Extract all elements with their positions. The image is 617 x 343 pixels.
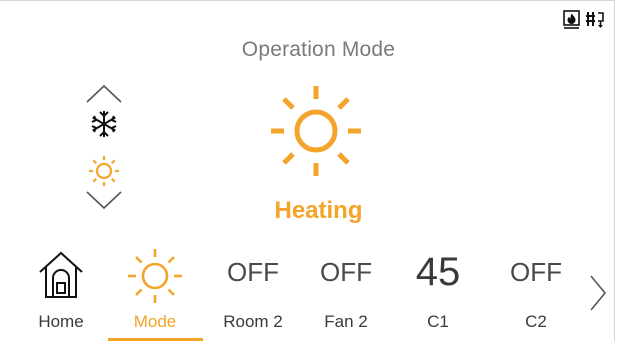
chevron-up-icon[interactable]: [84, 82, 124, 111]
fan-2-value: OFF: [320, 257, 372, 287]
chevron-right-icon[interactable]: [588, 273, 608, 318]
house-icon: [38, 250, 84, 305]
nav-label-mode: Mode: [133, 312, 177, 331]
heat-pump-icon: [585, 10, 607, 32]
nav-item-room-2[interactable]: OFF Room 2: [210, 245, 296, 341]
selected-mode-sun-icon: [267, 82, 365, 185]
nav-label-c2: C2: [525, 312, 547, 331]
flame-box-icon: [563, 10, 581, 32]
c2-value: OFF: [510, 257, 562, 287]
nav-label-c1: C1: [427, 312, 449, 331]
room-2-value: OFF: [227, 257, 279, 287]
nav-item-fan-2[interactable]: OFF Fan 2: [306, 245, 386, 341]
nav-label-fan-2: Fan 2: [324, 312, 368, 331]
nav-label-home: Home: [38, 312, 84, 331]
sun-icon: [126, 247, 184, 310]
page-title: Operation Mode: [241, 38, 396, 61]
c1-value: 45: [415, 250, 461, 294]
nav-item-c2[interactable]: OFF C2: [496, 245, 576, 341]
snowflake-icon[interactable]: [88, 108, 120, 145]
status-icons: [563, 10, 607, 32]
nav-item-c1[interactable]: 45 C1: [398, 245, 478, 341]
bottom-nav: Home Mode OFF Room 2 OFF Fan 2 45 C1 OFF…: [0, 245, 617, 343]
nav-label-room-2: Room 2: [223, 312, 283, 331]
nav-item-home[interactable]: Home: [22, 245, 100, 341]
active-nav-indicator: [108, 338, 203, 341]
selected-mode-label: Heating: [274, 197, 363, 224]
nav-item-mode[interactable]: Mode: [115, 245, 195, 341]
